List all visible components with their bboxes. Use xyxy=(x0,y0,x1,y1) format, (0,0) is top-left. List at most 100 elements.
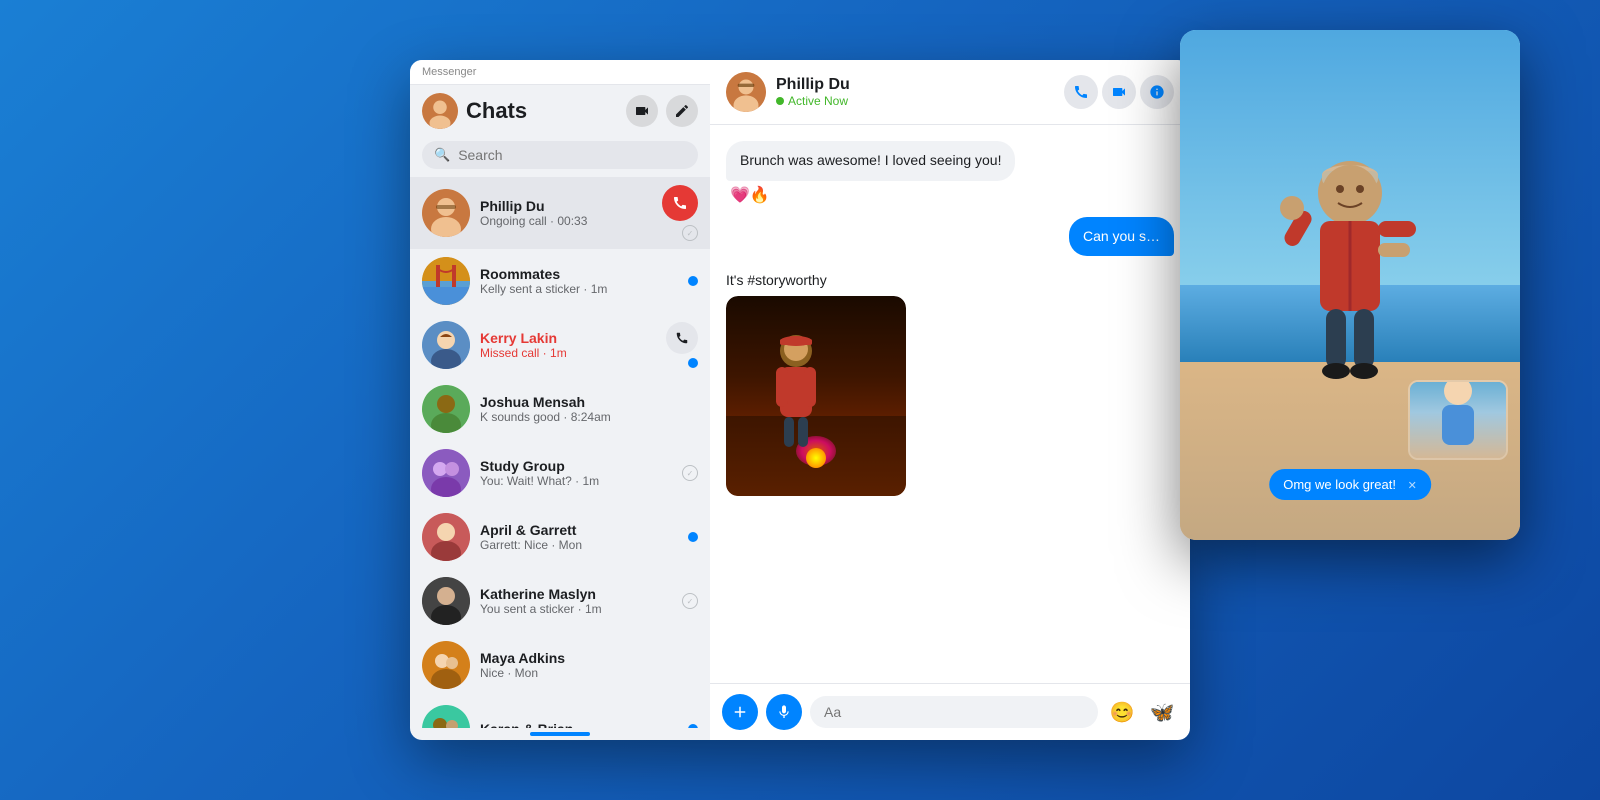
chat-item-karan[interactable]: Karan & Brian xyxy=(410,697,710,728)
unread-indicator-kerry xyxy=(688,358,698,368)
chat-item-maya[interactable]: Maya Adkins Nice · Mon xyxy=(410,633,710,697)
chat-preview-maya: Nice · Mon xyxy=(480,666,688,680)
chat-name-study: Study Group xyxy=(480,458,672,474)
chat-header-info: Phillip Du Active Now xyxy=(776,76,1054,108)
phone-icon-kerry[interactable] xyxy=(666,322,698,354)
video-action-button[interactable] xyxy=(1102,75,1136,109)
app-title: Messenger xyxy=(422,66,476,78)
info-action-button[interactable] xyxy=(1140,75,1174,109)
phone-action-button[interactable] xyxy=(1064,75,1098,109)
header-icons xyxy=(626,95,698,127)
message-input[interactable] xyxy=(810,696,1098,728)
chat-info-maya: Maya Adkins Nice · Mon xyxy=(480,650,688,680)
chat-item-kerry[interactable]: Kerry Lakin Missed call · 1m xyxy=(410,313,710,377)
chats-heading: Chats xyxy=(466,98,618,124)
avatar-kerry xyxy=(422,321,470,369)
add-button[interactable] xyxy=(722,694,758,730)
avatar-roommates xyxy=(422,257,470,305)
chat-item-katherine[interactable]: Katherine Maslyn You sent a sticker · 1m… xyxy=(410,569,710,633)
avatar-karan xyxy=(422,705,470,728)
compose-icon[interactable] xyxy=(666,95,698,127)
chat-info-joshua: Joshua Mensah K sounds good · 8:24am xyxy=(480,394,688,424)
chat-item-study[interactable]: Study Group You: Wait! What? · 1m ✓ xyxy=(410,441,710,505)
chat-meta-april xyxy=(688,532,698,542)
storyworthy-label: It's #storyworthy xyxy=(726,268,827,292)
emoji-button[interactable]: 😊 xyxy=(1106,696,1138,728)
sidebar-header: Chats xyxy=(410,85,710,137)
butterfly-button[interactable]: 🦋 xyxy=(1146,696,1178,728)
avatar-joshua xyxy=(422,385,470,433)
chat-info-karan: Karan & Brian xyxy=(480,721,678,728)
chat-item-roommates[interactable]: Roommates Kelly sent a sticker · 1m xyxy=(410,249,710,313)
chat-contact-name: Phillip Du xyxy=(776,76,1054,94)
chat-meta-study: ✓ xyxy=(682,465,698,481)
video-call-overlay: ⬜ ⬜ ⬜ xyxy=(1180,30,1520,540)
main-video-scene xyxy=(1180,30,1520,540)
chat-name-joshua: Joshua Mensah xyxy=(480,394,688,410)
chat-preview-kerry: Missed call · 1m xyxy=(480,346,656,360)
message-reactions-1: 💗🔥 xyxy=(726,185,770,205)
mic-button[interactable] xyxy=(766,694,802,730)
chat-item-phillip[interactable]: Phillip Du Ongoing call · 00:33 ✓ xyxy=(410,177,710,249)
unread-indicator-april xyxy=(688,532,698,542)
chat-name-april: April & Garrett xyxy=(480,522,678,538)
sidebar: Messenger Chats xyxy=(410,60,710,740)
chat-preview-roommates: Kelly sent a sticker · 1m xyxy=(480,282,678,296)
chat-preview-phillip: Ongoing call · 00:33 xyxy=(480,214,652,228)
chat-header-actions xyxy=(1064,75,1174,109)
unread-indicator-roommates xyxy=(688,276,698,286)
search-bar[interactable]: 🔍 xyxy=(422,141,698,169)
scroll-indicator xyxy=(530,732,590,736)
app-container: Messenger Chats xyxy=(410,60,1190,740)
chat-meta-phillip: ✓ xyxy=(662,185,698,241)
chat-meta-kerry xyxy=(666,322,698,368)
chat-info-april: April & Garrett Garrett: Nice · Mon xyxy=(480,522,678,552)
chat-info-roommates: Roommates Kelly sent a sticker · 1m xyxy=(480,266,678,296)
chat-name-kerry: Kerry Lakin xyxy=(480,330,656,346)
read-indicator-katherine: ✓ xyxy=(682,593,698,609)
chat-main: Phillip Du Active Now xyxy=(710,60,1190,740)
chat-meta-katherine: ✓ xyxy=(682,593,698,609)
chat-item-joshua[interactable]: Joshua Mensah K sounds good · 8:24am xyxy=(410,377,710,441)
call-bubble: Omg we look great! ✕ xyxy=(1269,469,1431,500)
avatar-maya xyxy=(422,641,470,689)
message-group-1: Brunch was awesome! I loved seeing you! … xyxy=(726,141,1174,205)
message-bubble-outgoing-1: Can you s… xyxy=(1069,217,1174,257)
chat-input-area: 😊 🦋 xyxy=(710,683,1190,740)
chat-preview-study: You: Wait! What? · 1m xyxy=(480,474,672,488)
chat-preview-april: Garrett: Nice · Mon xyxy=(480,538,678,552)
search-input[interactable] xyxy=(458,147,686,163)
chat-name-maya: Maya Adkins xyxy=(480,650,688,666)
chat-header: Phillip Du Active Now xyxy=(710,60,1190,125)
chat-meta-karan xyxy=(688,724,698,728)
chat-info-kerry: Kerry Lakin Missed call · 1m xyxy=(480,330,656,360)
pip-thumbnail xyxy=(1408,380,1508,460)
message-group-2: Can you s… xyxy=(726,217,1174,257)
user-avatar xyxy=(422,93,458,129)
read-indicator-study: ✓ xyxy=(682,465,698,481)
chat-header-avatar xyxy=(726,72,766,112)
chat-name-karan: Karan & Brian xyxy=(480,721,678,728)
chat-preview-joshua: K sounds good · 8:24am xyxy=(480,410,688,424)
chat-name-katherine: Katherine Maslyn xyxy=(480,586,672,602)
search-icon: 🔍 xyxy=(434,147,450,163)
window-titlebar: Messenger xyxy=(410,60,710,85)
end-call-button[interactable] xyxy=(662,185,698,221)
chat-info-study: Study Group You: Wait! What? · 1m xyxy=(480,458,672,488)
avatar-april xyxy=(422,513,470,561)
chat-list: Phillip Du Ongoing call · 00:33 ✓ xyxy=(410,177,710,728)
chat-contact-status: Active Now xyxy=(776,94,1054,108)
avatar-phillip xyxy=(422,189,470,237)
chat-item-april[interactable]: April & Garrett Garrett: Nice · Mon xyxy=(410,505,710,569)
chat-meta-roommates xyxy=(688,276,698,286)
chat-preview-katherine: You sent a sticker · 1m xyxy=(480,602,672,616)
video-call-icon[interactable] xyxy=(626,95,658,127)
avatar-study xyxy=(422,449,470,497)
messages-area: Brunch was awesome! I loved seeing you! … xyxy=(710,125,1190,683)
photo-message xyxy=(726,296,906,496)
chat-name-phillip: Phillip Du xyxy=(480,198,652,214)
unread-indicator-karan xyxy=(688,724,698,728)
chat-info-phillip: Phillip Du Ongoing call · 00:33 xyxy=(480,198,652,228)
chat-info-katherine: Katherine Maslyn You sent a sticker · 1m xyxy=(480,586,672,616)
call-bubble-close[interactable]: ✕ xyxy=(1408,479,1417,492)
